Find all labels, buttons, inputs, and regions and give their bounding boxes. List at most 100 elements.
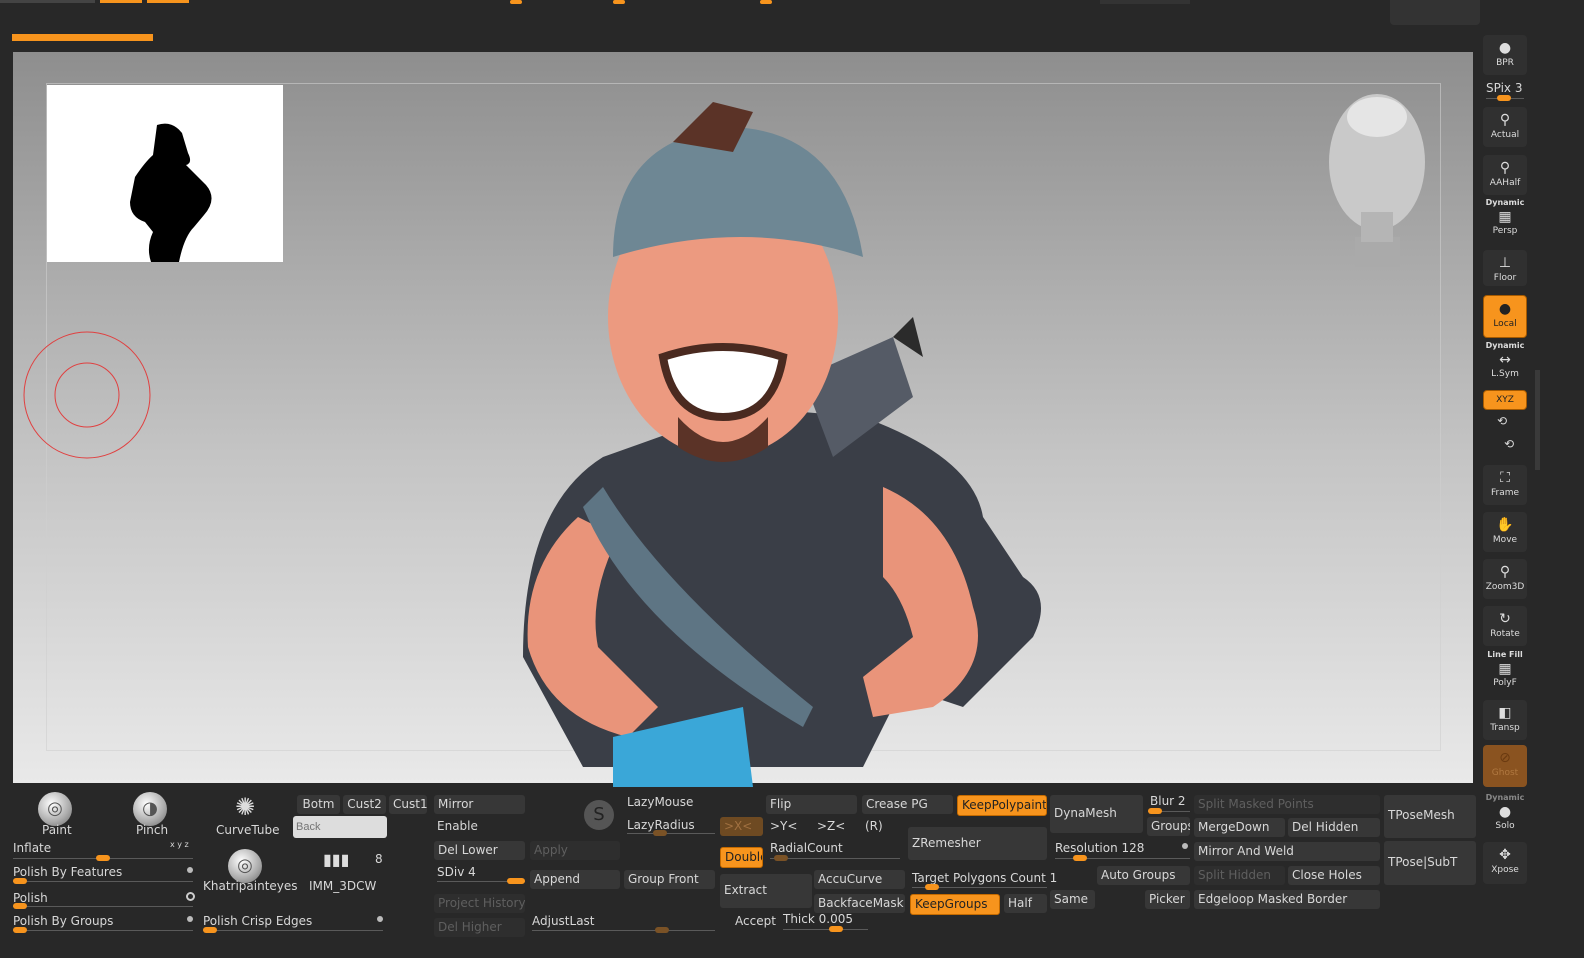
imm-brush-label[interactable]: IMM_3DCW [309, 879, 376, 893]
zremesher-button[interactable]: ZRemesher [908, 827, 1047, 860]
lsym-button[interactable]: Dynamic ↔ L.Sym [1483, 341, 1527, 381]
del-hidden-button[interactable]: Del Hidden [1288, 818, 1380, 837]
imm-brush-icon[interactable]: ▮▮▮ [323, 850, 357, 874]
cust2-button[interactable]: Cust2 [343, 795, 386, 814]
polish-by-features-slider[interactable] [13, 878, 193, 884]
cust1-button[interactable]: Cust1 [389, 795, 427, 814]
khatripainteyes-brush-icon[interactable]: ◎ [228, 849, 262, 883]
polish-by-groups-toggle[interactable] [187, 916, 193, 922]
same-button[interactable]: Same [1050, 890, 1095, 909]
top-right-panel[interactable] [1390, 0, 1480, 25]
shelf-scrollbar[interactable] [1535, 370, 1540, 470]
xyz-rotate-button[interactable]: XYZ [1483, 390, 1527, 410]
thick-slider[interactable] [783, 926, 868, 932]
top-orange-button[interactable] [100, 0, 142, 3]
inflate-slider[interactable] [13, 855, 193, 861]
top-orange-button[interactable] [147, 0, 189, 3]
top-slider-knob[interactable] [510, 0, 522, 4]
top-slider-knob[interactable] [760, 0, 772, 4]
polish-crisp-edges-slider[interactable] [203, 927, 383, 933]
del-higher-button[interactable]: Del Higher [434, 918, 525, 937]
z-rotate-icon[interactable]: ⟲ [1504, 437, 1514, 451]
target-polygons-slider[interactable] [912, 884, 1047, 890]
bpr-button[interactable]: ● BPR [1483, 35, 1527, 75]
edgeloop-masked-border-button[interactable]: Edgeloop Masked Border [1194, 890, 1380, 909]
close-holes-button[interactable]: Close Holes [1288, 866, 1380, 885]
x-symmetry-button[interactable]: >X< [720, 817, 763, 836]
blur-slider[interactable] [1148, 808, 1190, 814]
polish-by-features-toggle[interactable] [187, 867, 193, 873]
aahalf-button[interactable]: ⚲ AAHalf [1483, 155, 1527, 195]
y-rotate-icon[interactable]: ⟲ [1497, 414, 1507, 428]
crease-pg-button[interactable]: Crease PG [862, 795, 953, 814]
extract-button[interactable]: Extract [720, 874, 812, 908]
curvetube-brush-label[interactable]: CurveTube [216, 823, 280, 837]
polish-crisp-edges-toggle[interactable] [377, 916, 383, 922]
orientation-head[interactable] [1313, 87, 1443, 272]
paint-brush-label[interactable]: Paint [42, 823, 72, 837]
lazymouse-button[interactable]: LazyMouse [627, 795, 693, 809]
mirror-button[interactable]: Mirror [434, 795, 525, 814]
groups-button[interactable]: Groups [1147, 817, 1190, 836]
append-button[interactable]: Append [530, 870, 620, 889]
frame-button[interactable]: ⛶ Frame [1483, 465, 1527, 505]
merge-down-button[interactable]: MergeDown [1194, 818, 1285, 837]
split-masked-points-button[interactable]: Split Masked Points [1194, 795, 1380, 814]
resolution-slider[interactable] [1055, 855, 1190, 861]
mirror-and-weld-button[interactable]: Mirror And Weld [1194, 842, 1380, 861]
botm-button[interactable]: Botm [297, 795, 340, 814]
dynamesh-button[interactable]: DynaMesh [1050, 795, 1143, 833]
del-lower-button[interactable]: Del Lower [434, 841, 525, 860]
group-front-button[interactable]: Group Front [624, 870, 715, 889]
enable-button[interactable]: Enable [437, 819, 478, 833]
accucurve-button[interactable]: AccuCurve [814, 870, 905, 889]
picker-button[interactable]: Picker [1145, 890, 1190, 909]
tpose-mesh-button[interactable]: TPoseMesh [1384, 795, 1476, 838]
keep-groups-button[interactable]: KeepGroups [910, 894, 1000, 915]
polish-toggle[interactable] [186, 892, 195, 901]
polish-by-groups-slider[interactable] [13, 927, 193, 933]
floor-button[interactable]: ⊥ Floor [1483, 250, 1527, 286]
paint-brush-icon[interactable]: ◎ [38, 792, 72, 826]
top-slider-knob[interactable] [613, 0, 625, 4]
transp-button[interactable]: ◧ Transp [1483, 700, 1527, 740]
tpose-subt-button[interactable]: TPose|SubT [1384, 841, 1476, 885]
rotate-button[interactable]: ↻ Rotate [1483, 606, 1527, 646]
half-button[interactable]: Half [1004, 894, 1047, 913]
backface-mask-button[interactable]: BackfaceMask [814, 894, 905, 913]
actual-button[interactable]: ⚲ Actual [1483, 107, 1527, 147]
back-input[interactable] [293, 816, 387, 838]
adjust-last-slider[interactable] [532, 927, 715, 933]
ghost-button[interactable]: ⊘ Ghost [1483, 745, 1527, 787]
flip-button[interactable]: Flip [766, 795, 857, 814]
curvetube-brush-icon[interactable]: ✺ [228, 793, 262, 823]
sdiv-slider[interactable] [437, 878, 525, 884]
lazymouse-icon[interactable]: S [584, 800, 614, 830]
move-button[interactable]: ✋ Move [1483, 512, 1527, 552]
lazy-radius-slider[interactable] [627, 830, 715, 836]
y-symmetry-button[interactable]: >Y< [770, 819, 797, 833]
apply-button[interactable]: Apply [530, 841, 620, 860]
canvas-viewport[interactable] [13, 52, 1473, 787]
zoom3d-button[interactable]: ⚲ Zoom3D [1483, 559, 1527, 599]
radial-count-slider[interactable] [770, 855, 900, 861]
resolution-toggle[interactable] [1182, 843, 1188, 849]
z-symmetry-button[interactable]: >Z< [817, 819, 845, 833]
local-button[interactable]: ● Local [1483, 295, 1527, 338]
radial-button[interactable]: (R) [865, 819, 883, 833]
pinch-brush-icon[interactable]: ◑ [133, 792, 167, 826]
keep-polypaint-button[interactable]: KeepPolypaint [957, 795, 1047, 816]
auto-groups-button[interactable]: Auto Groups [1097, 866, 1190, 885]
solo-button[interactable]: Dynamic ● Solo [1483, 793, 1527, 833]
xpose-button[interactable]: ✥ Xpose [1483, 842, 1527, 884]
inflate-axes-icon[interactable]: x y z [170, 840, 189, 849]
khatripainteyes-brush-label[interactable]: Khatripainteyes [203, 879, 298, 893]
polyf-button[interactable]: Line Fill ▦ PolyF [1483, 650, 1527, 692]
project-history-button[interactable]: Project History [434, 894, 525, 913]
double-button[interactable]: Double [720, 847, 763, 868]
spix-slider[interactable] [1486, 95, 1524, 101]
pinch-brush-label[interactable]: Pinch [136, 823, 168, 837]
split-hidden-button[interactable]: Split Hidden [1194, 866, 1285, 885]
accept-button[interactable]: Accept [735, 914, 776, 928]
polish-slider[interactable] [13, 903, 193, 909]
